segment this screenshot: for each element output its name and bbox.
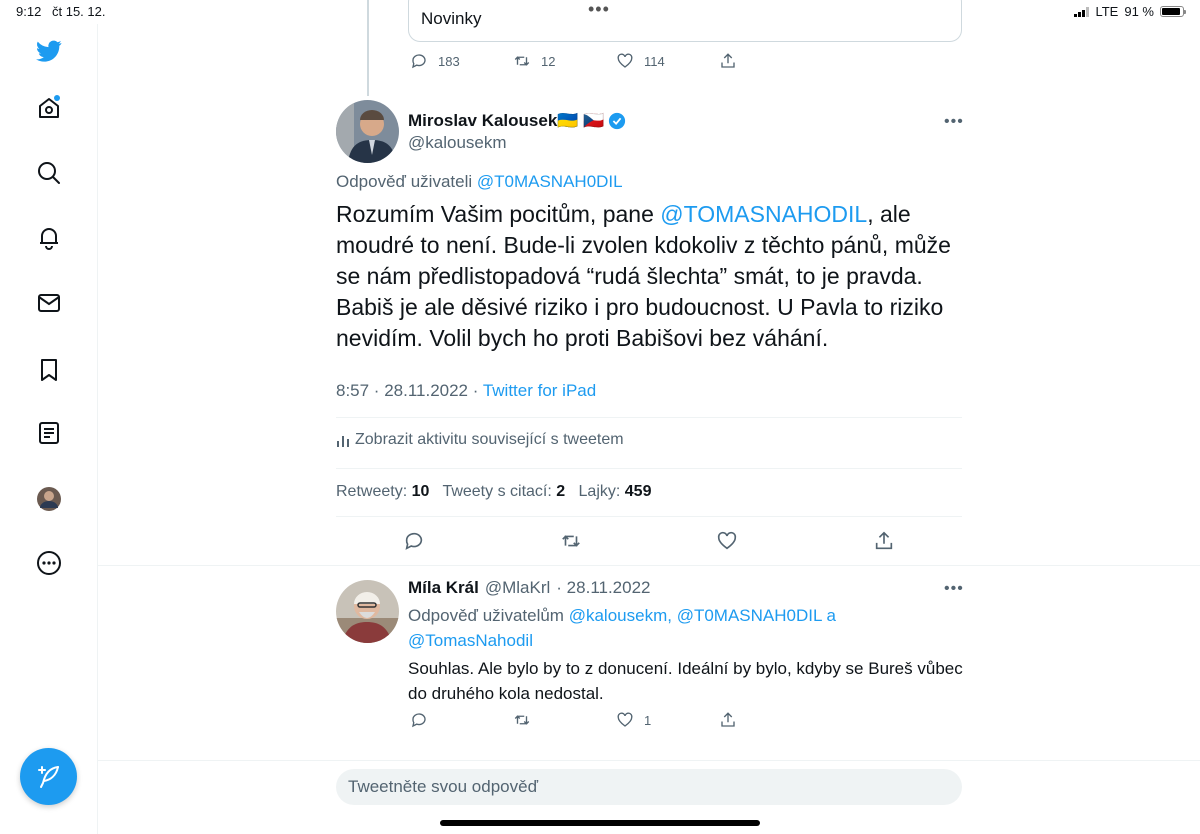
reply-prefix: Odpověď uživatelům: [408, 606, 564, 625]
compose-tweet-button[interactable]: [20, 748, 77, 805]
verified-badge-icon: [609, 112, 626, 130]
reply-replying-to: Odpověď uživatelům @kalousekm, @T0MASNAH…: [408, 603, 928, 653]
retweets-stat[interactable]: Retweety: 10: [336, 483, 429, 500]
share-icon: [721, 53, 735, 68]
view-activity-label: Zobrazit aktivitu související s tweetem: [355, 431, 624, 448]
previous-tweet-actions: 183 12 114: [410, 52, 737, 70]
heart-icon[interactable]: [716, 530, 738, 552]
reply-input-placeholder: Tweetněte svou odpověď: [348, 777, 539, 796]
reply-icon: [412, 54, 426, 69]
retweet-button[interactable]: [513, 711, 616, 729]
status-time: 9:12: [16, 4, 42, 19]
quotes-stat[interactable]: Tweety s citací: 2: [442, 483, 565, 500]
tweet-meta: 8:57 · 28.11.2022 · Twitter for iPad: [336, 381, 596, 401]
reply-icon[interactable]: [403, 530, 425, 552]
sidebar: [0, 24, 98, 834]
tweet-text: Rozumím Vašim pocitům, pane @TOMASNAHODI…: [336, 199, 976, 354]
mention-and: a: [826, 606, 837, 625]
retweets-value: 10: [411, 483, 430, 500]
tweet-stats: Retweety: 10 Tweety s citací: 2 Lajky: 4…: [336, 483, 651, 501]
home-indicator[interactable]: [440, 820, 760, 826]
author-handle[interactable]: @kalousekm: [408, 133, 507, 153]
mention-tomasnahodil[interactable]: @TomasNahodil: [408, 631, 533, 650]
tweet-source[interactable]: Twitter for iPad: [483, 381, 596, 400]
status-date: čt 15. 12.: [52, 4, 106, 19]
view-activity-link[interactable]: Zobrazit aktivitu související s tweetem: [336, 431, 624, 449]
analytics-icon: [337, 436, 349, 447]
bookmarks-icon[interactable]: [36, 357, 62, 383]
quoted-card-text: Novinky: [421, 9, 482, 28]
compose-feather-icon: [37, 765, 59, 788]
heart-icon: [617, 53, 633, 68]
reply-author-handle: @MlaKrl: [484, 578, 551, 597]
retweets-label: Retweety:: [336, 483, 408, 500]
likes-label: Lajky:: [578, 483, 621, 500]
reply-count: 183: [438, 53, 460, 69]
reply-input[interactable]: Tweetněte svou odpověď: [336, 769, 962, 805]
divider: [336, 468, 962, 469]
twitter-logo-icon[interactable]: [35, 38, 63, 64]
author-avatar[interactable]: [336, 100, 399, 163]
replying-to: Odpověď uživateli @T0MASNAH0DIL: [336, 172, 623, 192]
reply-to-mention[interactable]: @T0MASNAH0DIL: [477, 172, 623, 191]
notifications-bell-icon[interactable]: [36, 224, 62, 250]
like-count: 1: [644, 712, 652, 728]
reply-prefix: Odpověď uživateli: [336, 172, 473, 191]
quotes-value: 2: [556, 483, 566, 500]
heart-icon: [617, 712, 633, 727]
share-button[interactable]: [719, 52, 737, 70]
share-icon[interactable]: [873, 530, 895, 552]
profile-avatar-icon[interactable]: [36, 486, 62, 512]
retweet-icon: [514, 56, 530, 66]
retweet-icon: [514, 715, 530, 725]
signal-icon: [1074, 6, 1090, 17]
like-button[interactable]: 1: [616, 711, 719, 729]
reply-more-icon[interactable]: •••: [944, 580, 964, 598]
reply-date: · 28.11.2022: [556, 578, 651, 597]
retweet-button[interactable]: 12: [513, 52, 616, 70]
network-label: LTE: [1095, 4, 1119, 19]
divider: [336, 417, 962, 418]
tweet-more-icon[interactable]: •••: [944, 113, 964, 131]
quotes-label: Tweety s citací:: [442, 483, 552, 500]
quoted-tweet-card[interactable]: Novinky: [408, 0, 962, 42]
reply-author-line[interactable]: Míla Král @MlaKrl · 28.11.2022: [408, 578, 651, 598]
reply-author-avatar[interactable]: [336, 580, 399, 643]
retweet-count: 12: [541, 53, 556, 69]
messages-envelope-icon[interactable]: [36, 290, 62, 316]
author-name[interactable]: Miroslav Kalousek🇺🇦 🇨🇿: [408, 111, 626, 131]
thread-connector-line: [367, 0, 369, 96]
reply-icon: [412, 713, 426, 728]
home-icon[interactable]: [36, 95, 62, 121]
likes-value: 459: [624, 483, 652, 500]
more-options-icon[interactable]: [36, 550, 62, 576]
reply-button[interactable]: 183: [410, 52, 513, 70]
search-icon[interactable]: [36, 160, 62, 186]
reply-text: Souhlas. Ale bylo by to z donucení. Ideá…: [408, 659, 963, 703]
share-button[interactable]: [719, 711, 737, 729]
battery-percent: 91 %: [1124, 4, 1154, 19]
share-icon: [721, 712, 735, 727]
tweet-timestamp[interactable]: 8:57 · 28.11.2022 ·: [336, 381, 483, 400]
mention-t0masnah0dil[interactable]: @T0MASNAH0DIL: [677, 606, 822, 625]
like-count: 114: [644, 53, 665, 69]
battery-icon: [1160, 6, 1186, 17]
reply-author-name: Míla Král: [408, 578, 479, 597]
like-button[interactable]: 114: [616, 52, 719, 70]
likes-stat[interactable]: Lajky: 459: [579, 483, 652, 500]
divider: [336, 516, 962, 517]
divider: [98, 760, 1200, 761]
retweet-icon[interactable]: [560, 530, 582, 552]
tweet-text-start: Rozumím Vašim pocitům, pane: [336, 201, 661, 227]
reply-button[interactable]: [410, 711, 513, 729]
status-right: LTE 91 %: [1074, 4, 1186, 19]
author-name-text: Miroslav Kalousek🇺🇦 🇨🇿: [408, 111, 605, 130]
mention-kalousekm[interactable]: @kalousekm,: [569, 606, 672, 625]
divider: [98, 565, 1200, 566]
tweet-mention[interactable]: @TOMASNAHODIL: [660, 201, 867, 227]
main-tweet-actions: [336, 530, 962, 552]
lists-icon[interactable]: [36, 420, 62, 446]
reply-tweet-actions: 1: [410, 711, 737, 729]
